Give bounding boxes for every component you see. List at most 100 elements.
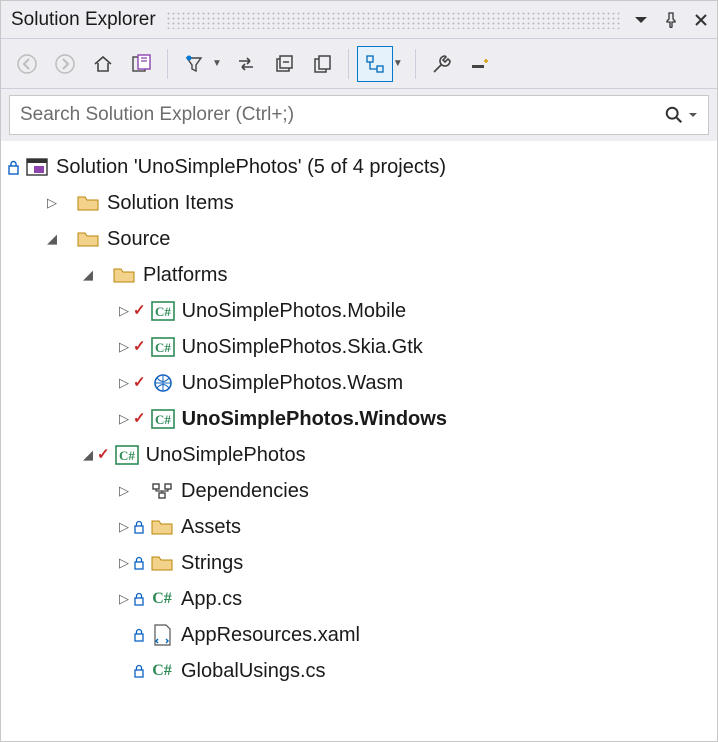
csharp-project-icon: C# (114, 444, 140, 466)
node-label: App.cs (181, 579, 242, 619)
expander-expanded-icon[interactable]: ◢ (43, 226, 61, 252)
collapse-all-button[interactable] (266, 46, 302, 82)
expander-collapsed-icon[interactable]: ▷ (115, 298, 133, 324)
tree-node-platforms[interactable]: ◢ Platforms (7, 257, 713, 293)
xaml-file-icon (149, 624, 175, 646)
dependencies-icon (149, 480, 175, 502)
svg-text:C#: C# (119, 448, 135, 463)
expander-collapsed-icon[interactable]: ▷ (115, 478, 133, 504)
expander-expanded-icon[interactable]: ◢ (79, 442, 97, 468)
solution-icon (24, 156, 50, 178)
panel-title: Solution Explorer (11, 9, 156, 31)
csharp-file-icon: C# (149, 588, 175, 610)
folder-icon (111, 264, 137, 286)
checkmark-icon: ✓ (133, 368, 146, 398)
checkmark-icon: ✓ (133, 404, 146, 434)
csharp-file-icon: C# (149, 660, 175, 682)
filter-dropdown[interactable]: ▼ (212, 58, 222, 69)
track-active-button[interactable] (357, 46, 393, 82)
node-label: UnoSimplePhotos (146, 435, 306, 475)
pin-icon[interactable] (661, 10, 681, 30)
tree-node-wasm[interactable]: ▷ ✓ UnoSimplePhotos.Wasm (7, 365, 713, 401)
switch-views-button[interactable] (123, 46, 159, 82)
preview-button[interactable] (462, 46, 498, 82)
web-project-icon (150, 372, 176, 394)
solution-node[interactable]: Solution 'UnoSimplePhotos' (5 of 4 proje… (7, 149, 713, 185)
toolbar-separator (415, 49, 416, 79)
expander-collapsed-icon[interactable]: ▷ (115, 370, 133, 396)
lock-icon (133, 520, 145, 534)
filter-button[interactable] (176, 46, 212, 82)
tree-node-globalusings[interactable]: C# GlobalUsings.cs (7, 653, 713, 689)
search-row (1, 89, 717, 141)
expander-collapsed-icon[interactable]: ▷ (115, 586, 133, 612)
tree-node-appresources[interactable]: AppResources.xaml (7, 617, 713, 653)
close-icon[interactable] (691, 10, 711, 30)
search-icon[interactable] (664, 105, 698, 125)
window-menu-button[interactable] (631, 10, 651, 30)
titlebar-grip[interactable] (166, 11, 621, 29)
properties-button[interactable] (424, 46, 460, 82)
node-label: UnoSimplePhotos.Windows (182, 399, 447, 439)
checkmark-icon: ✓ (133, 296, 146, 326)
tree-node-solution-items[interactable]: ▷ Solution Items (7, 185, 713, 221)
toolbar: ▼ ▼ (1, 39, 717, 89)
solution-label: Solution 'UnoSimplePhotos' (5 of 4 proje… (56, 147, 446, 187)
toolbar-separator (348, 49, 349, 79)
node-label: Dependencies (181, 471, 309, 511)
expander-collapsed-icon[interactable]: ▷ (115, 334, 133, 360)
tree-node-dependencies[interactable]: ▷ Dependencies (7, 473, 713, 509)
checkmark-icon: ✓ (133, 332, 146, 362)
show-all-files-button[interactable] (304, 46, 340, 82)
nav-forward-button[interactable] (47, 46, 83, 82)
csharp-project-icon: C# (150, 336, 176, 358)
node-label: GlobalUsings.cs (181, 651, 326, 691)
folder-icon (75, 192, 101, 214)
track-dropdown[interactable]: ▼ (393, 58, 403, 69)
tree-node-appcs[interactable]: ▷ C# App.cs (7, 581, 713, 617)
search-box[interactable] (9, 95, 709, 135)
node-label: UnoSimplePhotos.Wasm (182, 363, 404, 403)
solution-tree[interactable]: Solution 'UnoSimplePhotos' (5 of 4 proje… (1, 141, 717, 697)
node-label: UnoSimplePhotos.Mobile (182, 291, 407, 331)
lock-icon (133, 628, 145, 642)
titlebar: Solution Explorer (1, 1, 717, 39)
folder-icon (149, 516, 175, 538)
svg-text:C#: C# (155, 412, 171, 427)
tree-node-source[interactable]: ◢ Source (7, 221, 713, 257)
expander-collapsed-icon[interactable]: ▷ (43, 190, 61, 216)
folder-icon (149, 552, 175, 574)
node-label: UnoSimplePhotos.Skia.Gtk (182, 327, 423, 367)
tree-node-mobile[interactable]: ▷ ✓ C# UnoSimplePhotos.Mobile (7, 293, 713, 329)
folder-icon (75, 228, 101, 250)
node-label: Platforms (143, 255, 227, 295)
tree-node-mainproject[interactable]: ◢ ✓ C# UnoSimplePhotos (7, 437, 713, 473)
home-button[interactable] (85, 46, 121, 82)
window-buttons (631, 10, 711, 30)
node-label: AppResources.xaml (181, 615, 360, 655)
nav-back-button[interactable] (9, 46, 45, 82)
expander-collapsed-icon[interactable]: ▷ (115, 406, 133, 432)
lock-icon (133, 592, 145, 606)
node-label: Solution Items (107, 183, 234, 223)
tree-node-assets[interactable]: ▷ Assets (7, 509, 713, 545)
expander-expanded-icon[interactable]: ◢ (79, 262, 97, 288)
lock-icon (7, 160, 20, 175)
expander-collapsed-icon[interactable]: ▷ (115, 514, 133, 540)
tree-node-strings[interactable]: ▷ Strings (7, 545, 713, 581)
lock-icon (133, 556, 145, 570)
checkmark-icon: ✓ (97, 440, 110, 470)
lock-icon (133, 664, 145, 678)
expander-collapsed-icon[interactable]: ▷ (115, 550, 133, 576)
search-input[interactable] (20, 104, 664, 126)
csharp-project-icon: C# (150, 408, 176, 430)
tree-node-windows[interactable]: ▷ ✓ C# UnoSimplePhotos.Windows (7, 401, 713, 437)
sync-button[interactable] (228, 46, 264, 82)
svg-text:C#: C# (155, 340, 171, 355)
tree-node-skia[interactable]: ▷ ✓ C# UnoSimplePhotos.Skia.Gtk (7, 329, 713, 365)
node-label: Assets (181, 507, 241, 547)
node-label: Source (107, 219, 170, 259)
csharp-project-icon: C# (150, 300, 176, 322)
node-label: Strings (181, 543, 243, 583)
toolbar-separator (167, 49, 168, 79)
